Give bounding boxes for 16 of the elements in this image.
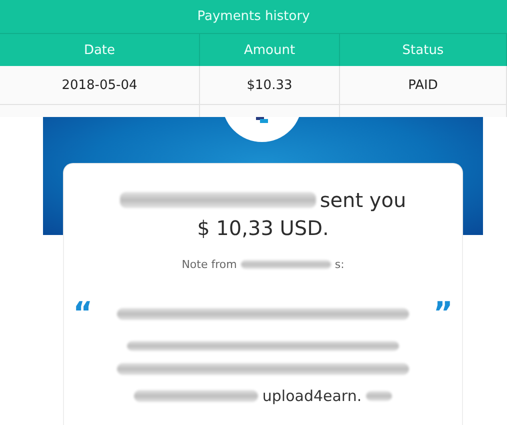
table-cell: $10.33 bbox=[200, 66, 340, 105]
close-quote: ” bbox=[433, 299, 453, 329]
table-title: Payments history bbox=[0, 0, 507, 34]
note-label: Note from bbox=[182, 258, 237, 271]
column-header: Date bbox=[0, 34, 200, 66]
column-header: Amount bbox=[200, 34, 340, 66]
logo-icon bbox=[256, 117, 268, 123]
table-cell: 2018-05-04 bbox=[0, 66, 200, 105]
headline-text: sent you bbox=[320, 188, 406, 212]
open-quote: “ bbox=[73, 299, 93, 329]
note-label-end: s: bbox=[334, 258, 344, 271]
table-cell: PAID bbox=[340, 66, 507, 105]
column-header: Status bbox=[340, 34, 507, 66]
amount-text: $ 10,33 USD. bbox=[197, 216, 329, 240]
message-text: upload4earn. bbox=[262, 387, 362, 405]
redaction-bar bbox=[366, 391, 392, 401]
